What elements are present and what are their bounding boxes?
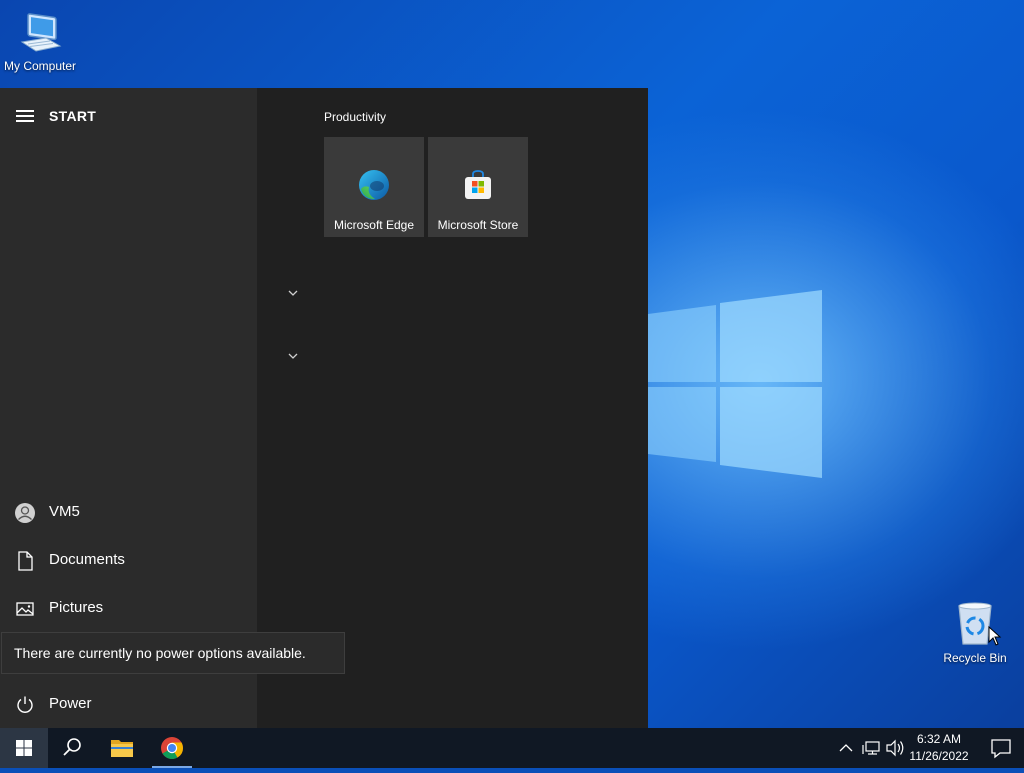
hamburger-menu-icon[interactable] xyxy=(16,110,34,123)
show-hidden-icons-icon[interactable] xyxy=(836,728,856,768)
file-explorer-button[interactable] xyxy=(98,728,146,768)
start-item-label: Power xyxy=(49,695,92,712)
notification-icon xyxy=(991,739,1011,759)
tile-microsoft-store[interactable]: Microsoft Store xyxy=(428,137,528,237)
edge-icon xyxy=(359,170,389,200)
file-explorer-icon xyxy=(111,740,133,757)
volume-icon[interactable] xyxy=(884,728,906,768)
tile-label: Microsoft Edge xyxy=(333,218,415,232)
taskbar-clock[interactable]: 6:32 AM 11/26/2022 xyxy=(906,731,972,765)
desktop-icon-label: My Computer xyxy=(3,59,77,73)
store-icon xyxy=(465,170,491,199)
power-tooltip: There are currently no power options ava… xyxy=(1,632,345,674)
start-item-user[interactable]: VM5 xyxy=(0,490,257,534)
desktop-icon-label: Recycle Bin xyxy=(943,651,1007,665)
computer-icon xyxy=(20,13,62,52)
start-menu: START VM5 Documents Pictures Power There… xyxy=(0,88,648,728)
chrome-icon xyxy=(161,737,183,759)
start-item-power[interactable]: Power xyxy=(0,682,257,726)
tile-label: Microsoft Store xyxy=(437,218,519,232)
power-icon xyxy=(17,696,33,713)
tile-group-title: Productivity xyxy=(324,110,387,124)
search-icon xyxy=(63,738,81,756)
pictures-icon xyxy=(16,602,34,616)
clock-date: 11/26/2022 xyxy=(909,749,969,763)
clock-time: 6:32 AM xyxy=(916,732,962,746)
network-icon[interactable] xyxy=(860,728,884,768)
desktop-icon-recycle-bin[interactable]: Recycle Bin xyxy=(935,600,1015,665)
start-menu-header: START xyxy=(0,88,257,144)
mouse-cursor-icon xyxy=(988,626,1002,646)
chevron-down-icon[interactable] xyxy=(286,288,300,298)
start-item-label: VM5 xyxy=(49,503,80,520)
start-item-label: Documents xyxy=(49,551,125,568)
user-icon xyxy=(15,503,35,523)
start-button[interactable] xyxy=(0,728,48,768)
document-icon xyxy=(18,551,33,571)
tile-microsoft-edge[interactable]: Microsoft Edge xyxy=(324,137,424,237)
start-menu-title: START xyxy=(49,108,97,124)
taskbar: 6:32 AM 11/26/2022 xyxy=(0,728,1024,768)
action-center-button[interactable] xyxy=(978,728,1024,768)
start-item-label: Pictures xyxy=(49,599,104,616)
chrome-button[interactable] xyxy=(148,728,196,768)
search-button[interactable] xyxy=(48,728,96,768)
start-item-documents[interactable]: Documents xyxy=(0,538,257,582)
desktop-icon-my-computer[interactable]: My Computer xyxy=(0,8,80,73)
windows-start-icon xyxy=(16,740,32,756)
chevron-down-icon[interactable] xyxy=(286,351,300,361)
start-item-pictures[interactable]: Pictures xyxy=(0,586,257,630)
